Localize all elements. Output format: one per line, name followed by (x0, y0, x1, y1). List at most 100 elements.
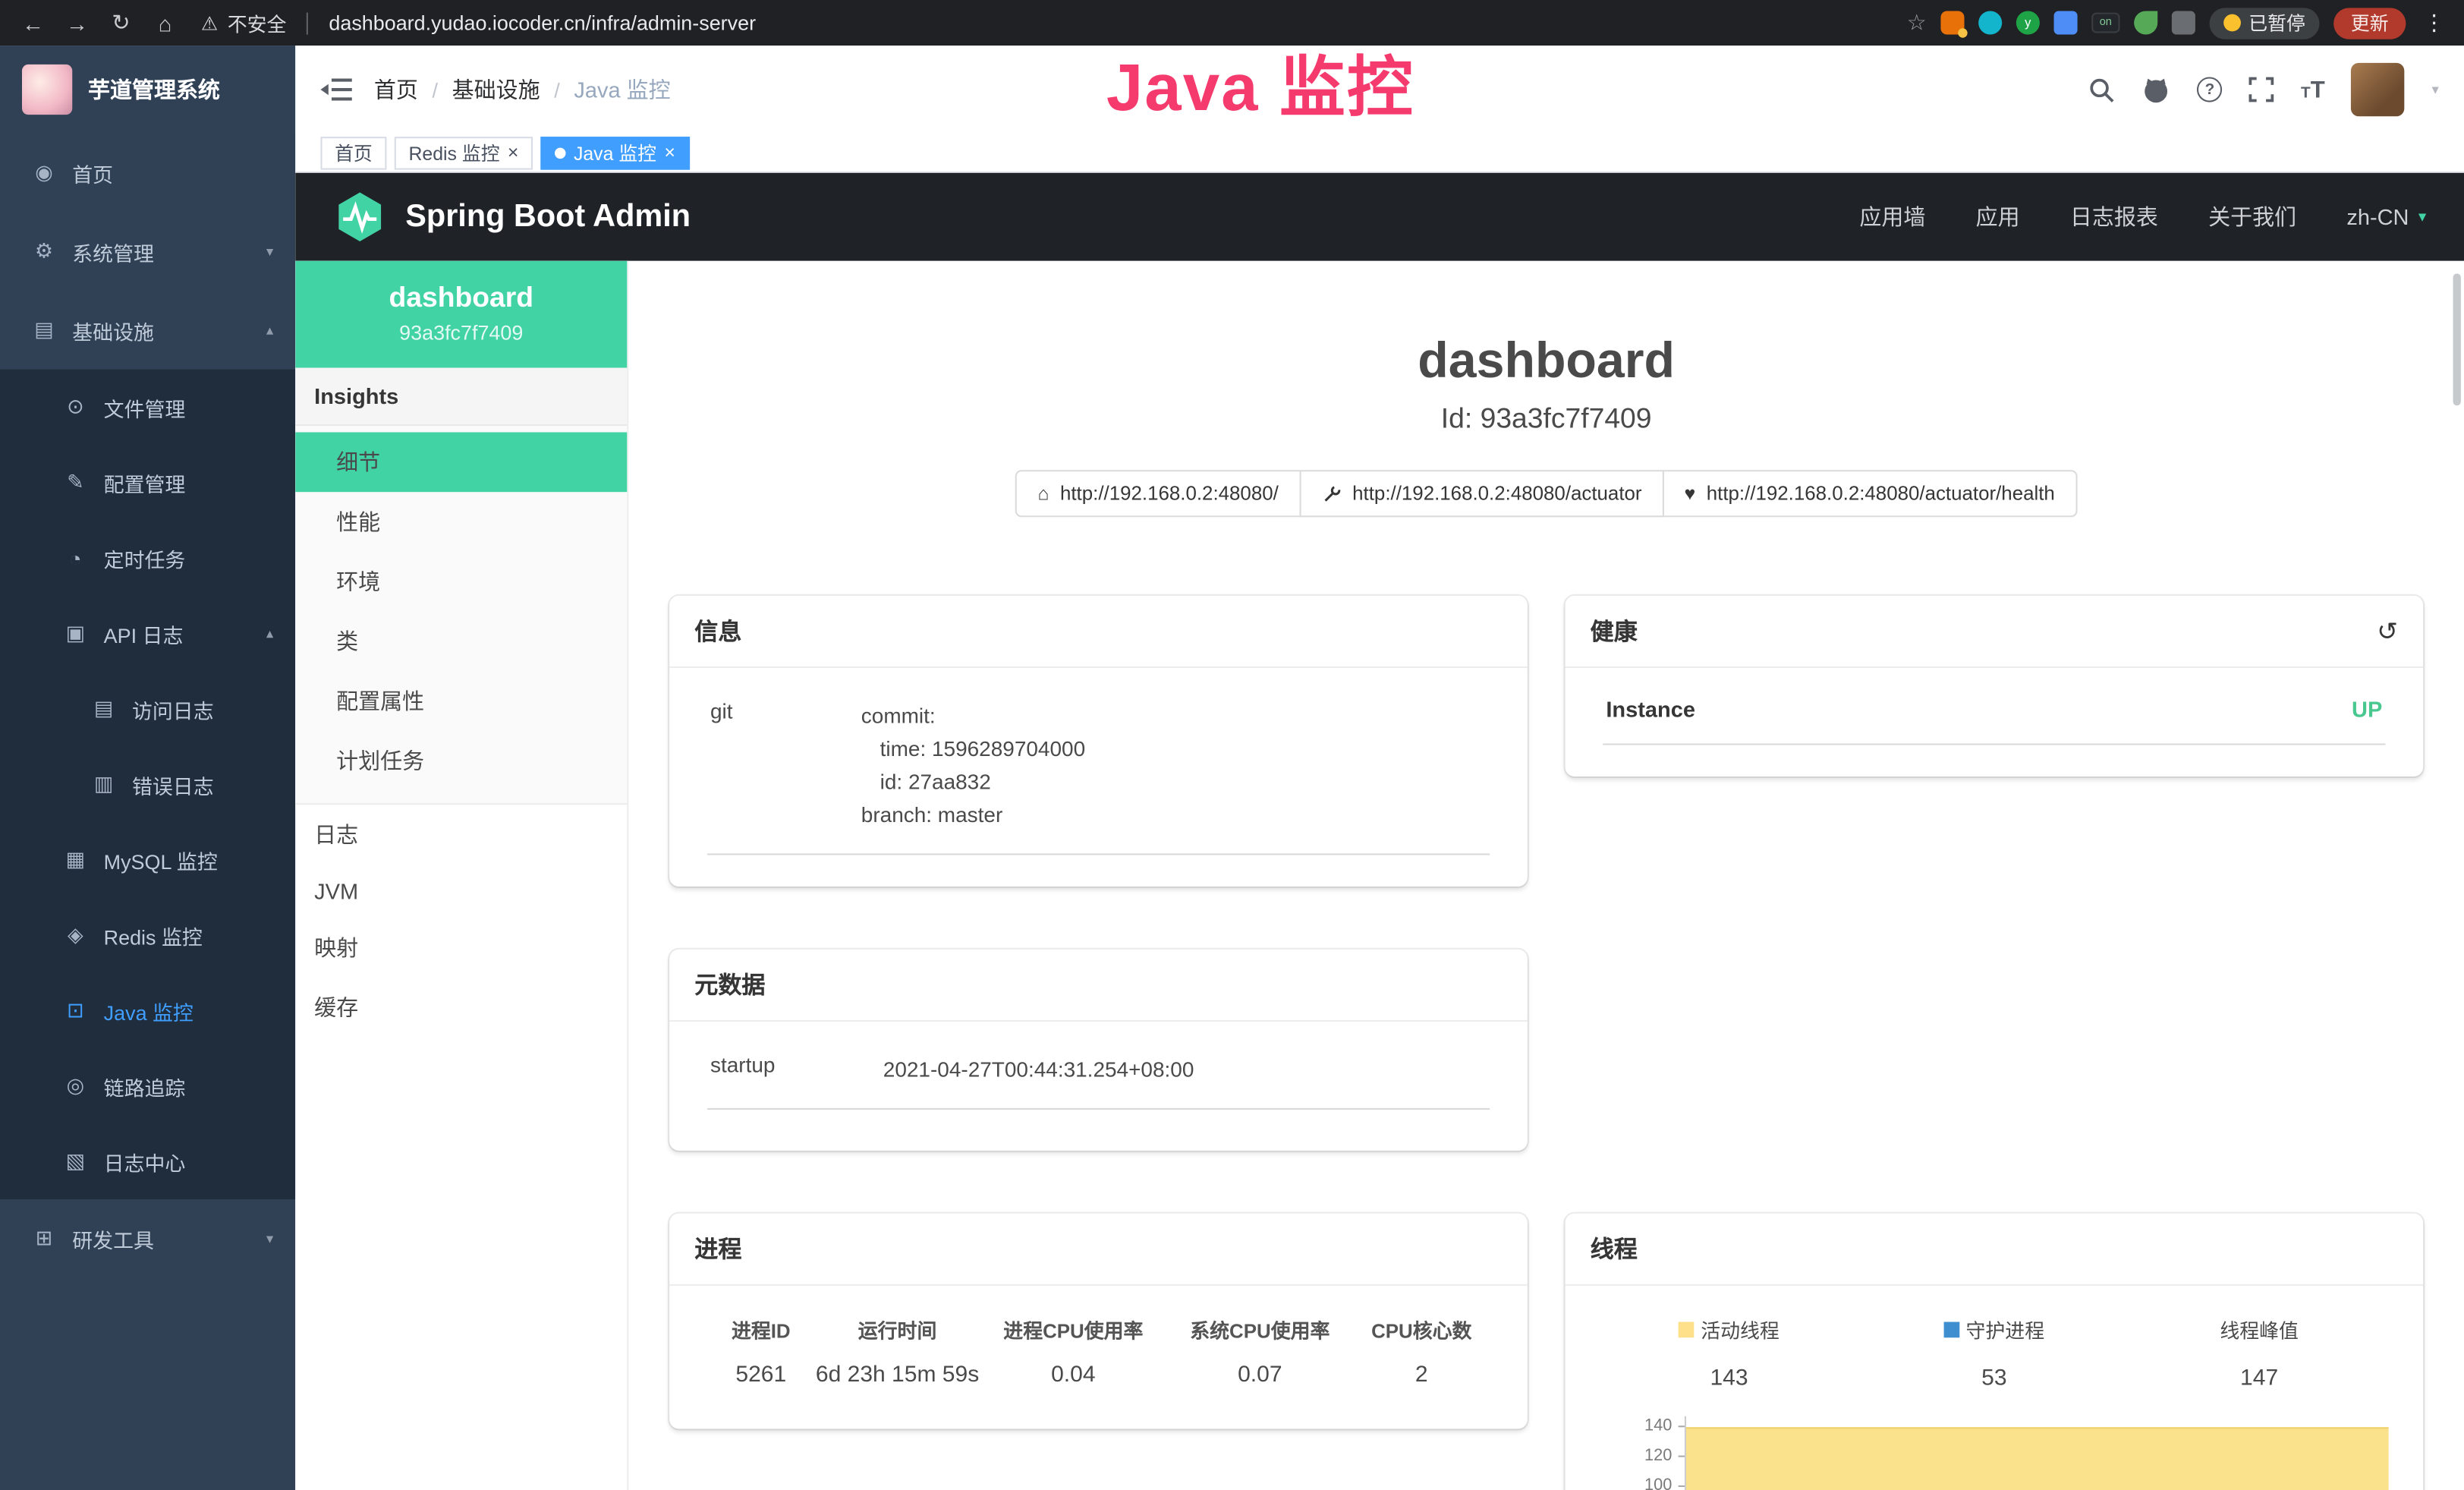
sba-item-details[interactable]: 细节 (295, 432, 627, 492)
url-text[interactable]: dashboard.yudao.iocoder.cn/infra/admin-s… (329, 11, 756, 34)
process-uptime-value: 6d 23h 15m 59s (815, 1362, 980, 1388)
github-icon[interactable] (2142, 75, 2170, 103)
address-bar[interactable]: ⚠ 不安全 dashboard.yudao.iocoder.cn/infra/a… (201, 8, 756, 37)
active-threads-value: 143 (1597, 1366, 1861, 1391)
git-commit-line: commit: (861, 700, 1487, 732)
card-title: 元数据 (669, 950, 1528, 1022)
extension-icon-grid[interactable] (2053, 11, 2077, 34)
sidebar-item-devtools[interactable]: ⊞ 研发工具 ▾ (0, 1199, 295, 1278)
breadcrumb-infrastructure[interactable]: 基础设施 (452, 74, 540, 105)
sidebar-item-config-management[interactable]: ✎ 配置管理 (0, 445, 295, 520)
paused-profile-chip[interactable]: 已暂停 (2209, 7, 2319, 38)
sidebar-fold-icon[interactable] (320, 77, 351, 102)
avatar-caret-icon[interactable]: ▾ (2431, 81, 2438, 99)
peak-threads-value: 147 (2126, 1366, 2391, 1391)
active-tab-dot (555, 147, 565, 158)
sba-item-scheduled-tasks[interactable]: 计划任务 (295, 731, 627, 791)
sba-nav-links: 应用墙 应用 日志报表 关于我们 zh-CN ▾ (1859, 201, 2426, 232)
tabs-bar: 首页 Redis 监控 × Java 监控 × (295, 134, 2464, 173)
sba-nav-wallboard[interactable]: 应用墙 (1859, 201, 1925, 232)
health-url-button[interactable]: ♥ http://192.168.0.2:48080/actuator/heal… (1662, 470, 2076, 517)
infrastructure-icon: ▤ (31, 317, 56, 342)
extension-icon-green[interactable]: y (2016, 11, 2040, 34)
sidebar-item-system[interactable]: ⚙ 系统管理 ▾ (0, 213, 295, 291)
sba-item-logs[interactable]: 日志 (295, 805, 627, 865)
user-avatar[interactable] (2352, 63, 2405, 116)
extensions-puzzle-icon[interactable] (2172, 11, 2195, 34)
sidebar-item-redis-monitor[interactable]: ◈ Redis 监控 (0, 897, 295, 972)
search-icon[interactable] (2088, 76, 2115, 102)
extension-icon-on-switch[interactable]: on (2091, 13, 2119, 33)
tab-java-monitor[interactable]: Java 监控 × (540, 136, 689, 169)
instance-links: ⌂ http://192.168.0.2:48080/ http://192.1… (669, 470, 2423, 517)
browser-actions: ☆ y on 已暂停 更新 ⋮ (1907, 7, 2449, 38)
warning-icon: ⚠ (201, 12, 218, 34)
sidebar-submenu-infrastructure: ⊙ 文件管理 ✎ 配置管理 ◔ 定时任务 ▣ API 日志 ▴ ▤ (0, 370, 295, 1199)
sidebar-item-access-logs[interactable]: ▤ 访问日志 (0, 671, 295, 746)
sidebar-item-label: 研发工具 (72, 1224, 154, 1253)
sba-nav-applications[interactable]: 应用 (1976, 201, 2020, 232)
extension-icon-leaf[interactable] (2134, 11, 2157, 34)
health-key: Instance (1606, 696, 1695, 721)
sidebar-item-label: 链路追踪 (104, 1071, 186, 1101)
tab-redis-monitor[interactable]: Redis 监控 × (395, 136, 533, 169)
sba-language-select[interactable]: zh-CN ▾ (2346, 204, 2426, 229)
sba-item-classes[interactable]: 类 (295, 612, 627, 672)
sidebar-item-java-monitor[interactable]: ⊡ Java 监控 (0, 973, 295, 1048)
sba-item-caches[interactable]: 缓存 (295, 978, 627, 1038)
sba-nav-journal[interactable]: 日志报表 (2070, 201, 2158, 232)
back-icon[interactable]: ← (16, 5, 51, 40)
actuator-url-button[interactable]: http://192.168.0.2:48080/actuator (1299, 470, 1664, 517)
git-id-line: id: 27aa832 (861, 765, 1487, 798)
legend-daemon-threads: 守护进程 (1861, 1314, 2126, 1344)
sidebar-item-tracing[interactable]: ◎ 链路追踪 (0, 1048, 295, 1123)
sidebar-item-api-logs[interactable]: ▣ API 日志 ▴ (0, 596, 295, 671)
reload-icon[interactable]: ↻ (104, 5, 139, 40)
sba-nav-about[interactable]: 关于我们 (2208, 201, 2296, 232)
process-col-header: 系统CPU使用率 (1166, 1314, 1353, 1344)
sba-item-jvm[interactable]: JVM (295, 865, 627, 918)
sba-item-performance[interactable]: 性能 (295, 492, 627, 552)
service-url: http://192.168.0.2:48080/ (1060, 483, 1279, 505)
info-card: 信息 git commit: time: 1596289704000 id: 2… (669, 596, 1528, 887)
close-icon[interactable]: × (508, 143, 519, 162)
sba-item-environment[interactable]: 环境 (295, 552, 627, 612)
home-icon[interactable]: ⌂ (148, 5, 183, 40)
bookmark-star-icon[interactable]: ☆ (1907, 9, 1927, 36)
threads-card: 线程 活动线程 守护进程 (1566, 1214, 2424, 1490)
breadcrumb-home[interactable]: 首页 (374, 74, 418, 105)
actuator-url: http://192.168.0.2:48080/actuator (1352, 483, 1641, 505)
font-size-icon[interactable]: TT (2301, 76, 2325, 102)
sba-logo-icon (333, 191, 386, 244)
sidebar-item-mysql-monitor[interactable]: ▦ MySQL 监控 (0, 822, 295, 897)
tab-home[interactable]: 首页 (320, 136, 386, 169)
browser-update-button[interactable]: 更新 (2333, 7, 2406, 38)
sba-item-mappings[interactable]: 映射 (295, 918, 627, 978)
sba-brand[interactable]: Spring Boot Admin (333, 191, 691, 244)
sidebar-item-infrastructure[interactable]: ▤ 基础设施 ▴ (0, 291, 295, 370)
scrollbar[interactable] (2453, 273, 2461, 405)
forward-icon[interactable]: → (60, 5, 95, 40)
sidebar-item-error-logs[interactable]: ▥ 错误日志 (0, 747, 295, 822)
health-card: 健康 ↺ Instance UP (1566, 596, 2424, 777)
sidebar-item-label: 系统管理 (72, 237, 154, 266)
close-icon[interactable]: × (664, 143, 675, 162)
sba-brand-name: Spring Boot Admin (405, 199, 691, 235)
y-axis-tick: 120 (1622, 1446, 1672, 1465)
process-col-header: CPU核心数 (1353, 1314, 1490, 1344)
service-url-button[interactable]: ⌂ http://192.168.0.2:48080/ (1015, 470, 1300, 517)
history-icon[interactable]: ↺ (2377, 616, 2398, 647)
chevron-down-icon: ▾ (266, 1230, 273, 1247)
sidebar-item-home[interactable]: ◉ 首页 (0, 134, 295, 213)
app-logo[interactable]: 芋道管理系统 (0, 46, 295, 134)
sidebar-item-log-center[interactable]: ▧ 日志中心 (0, 1124, 295, 1199)
help-icon[interactable]: ? (2197, 77, 2222, 102)
extension-icon-drop[interactable] (1978, 11, 2002, 34)
fullscreen-icon[interactable] (2249, 77, 2274, 102)
browser-menu-icon[interactable]: ⋮ (2420, 9, 2448, 36)
extension-icon-orange[interactable] (1940, 11, 1964, 34)
sba-item-config-props[interactable]: 配置属性 (295, 671, 627, 731)
sidebar-item-file-management[interactable]: ⊙ 文件管理 (0, 370, 295, 445)
sidebar-item-scheduled-tasks[interactable]: ◔ 定时任务 (0, 520, 295, 595)
process-card: 进程 进程ID 运行时间 进程CPU使用率 系统CPU使用率 CPU核心数 52… (669, 1214, 1528, 1429)
